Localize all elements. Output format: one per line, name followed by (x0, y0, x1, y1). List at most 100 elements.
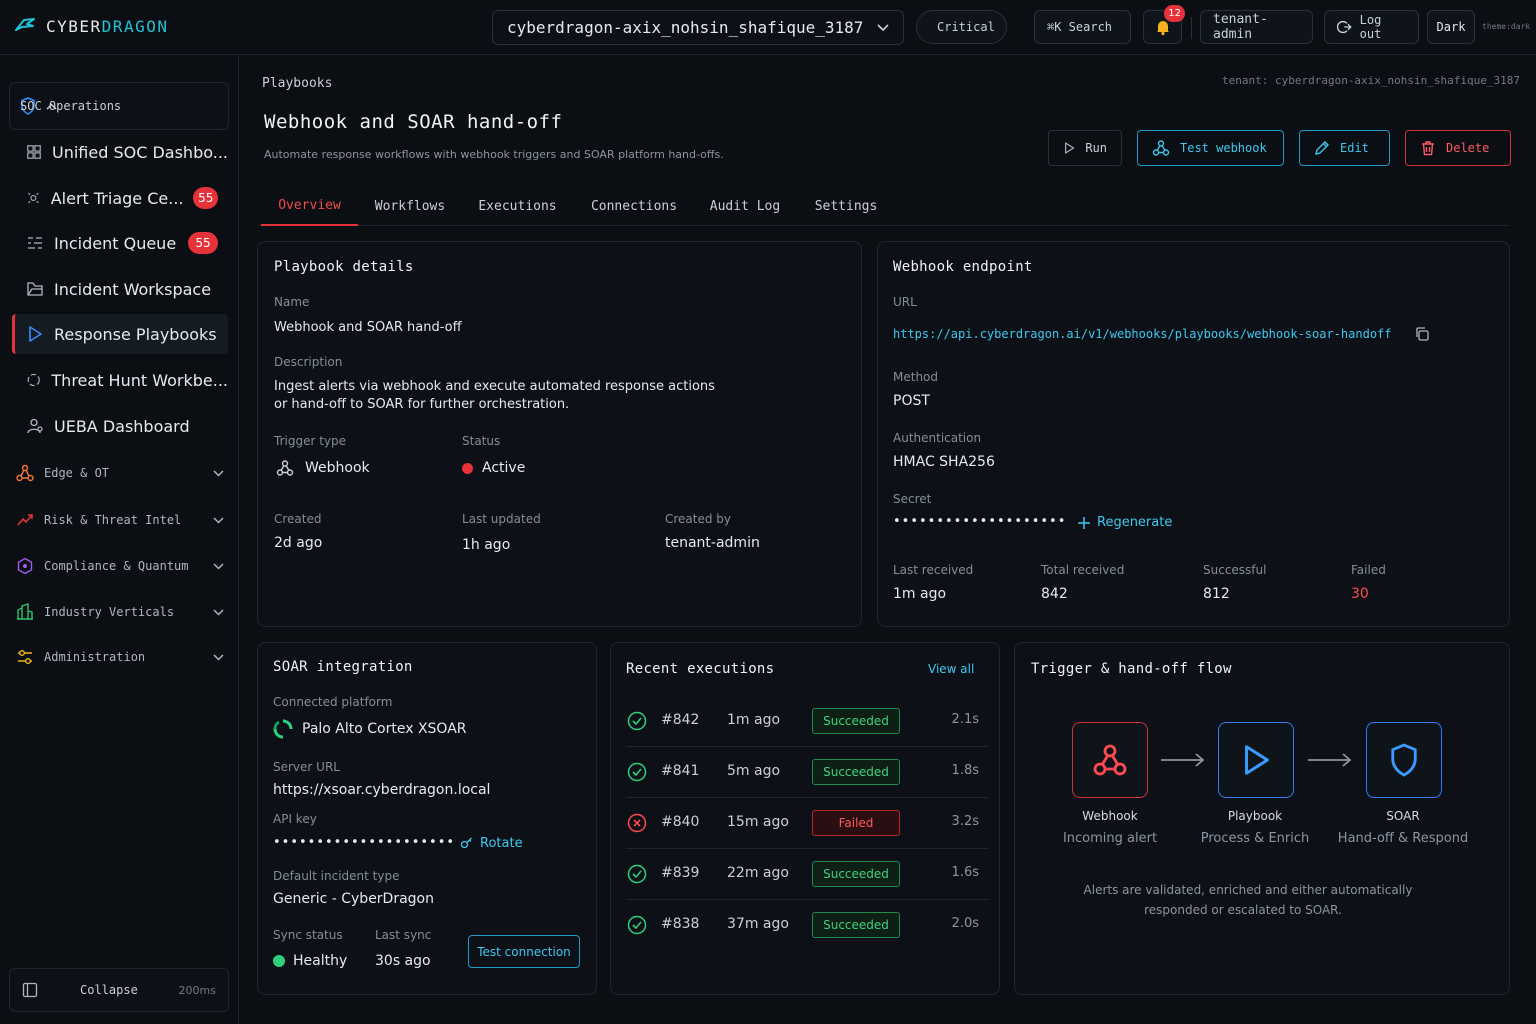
regenerate-button[interactable]: Regenerate (1077, 515, 1172, 530)
soc-operations-header[interactable]: SOC Operations (9, 82, 229, 130)
flow-step-name: Playbook (1227, 809, 1283, 823)
tab-executions[interactable]: Executions (471, 186, 564, 226)
brand-name: CYBERDRAGON (46, 16, 169, 36)
card-title: Recent executions (626, 661, 775, 677)
regenerate-label: Regenerate (1097, 515, 1173, 530)
created-by-value: tenant-admin (665, 535, 760, 551)
tab-workflows[interactable]: Workflows (366, 186, 454, 226)
chevron-down-icon (213, 653, 224, 661)
notification-count: 12 (1164, 5, 1185, 22)
incident-count-badge: 55 (188, 232, 218, 254)
sidebar-group-edge-ot[interactable]: Edge & OT (16, 458, 224, 488)
run-button[interactable]: Run (1048, 130, 1122, 166)
sidebar-group-risk-threat-intel[interactable]: Risk & Threat Intel (16, 505, 224, 535)
sidebar-item-label: Incident Workspace (54, 279, 212, 299)
sync-status-value: Healthy (293, 953, 348, 969)
method-value: POST (893, 393, 930, 409)
view-all-link[interactable]: View all (928, 662, 974, 676)
url-label: URL (893, 295, 917, 309)
test-connection-button[interactable]: Test connection (468, 935, 580, 968)
crosshair-icon (27, 373, 40, 387)
breadcrumb[interactable]: Playbooks (262, 76, 332, 91)
updated-value: 1h ago (462, 537, 511, 553)
run-label: Run (1085, 141, 1107, 155)
network-icon (16, 464, 34, 482)
xsoar-logo-icon (273, 719, 293, 739)
webhook-icon (1093, 744, 1127, 776)
table-row[interactable] (620, 752, 990, 796)
table-row[interactable] (620, 803, 990, 847)
description-line-2: or hand-off to SOAR for further orchestr… (274, 397, 570, 412)
collapse-time: 200ms (178, 983, 216, 997)
collapse-icon (22, 982, 38, 998)
tab-settings[interactable]: Settings (808, 186, 884, 226)
test-webhook-button[interactable]: Test webhook (1137, 130, 1284, 166)
table-row[interactable] (620, 854, 990, 898)
sidebar-item-unified-soc-dashboard[interactable]: Unified SOC Dashbo... (12, 132, 228, 172)
plus-icon (1078, 516, 1090, 529)
sidebar-item-alert-triage[interactable]: Alert Triage Ce... 55 (12, 178, 228, 218)
arrow-right-icon (1308, 753, 1352, 767)
platform-value: Palo Alto Cortex XSOAR (302, 721, 467, 737)
delete-label: Delete (1446, 141, 1490, 155)
sidebar-item-incident-workspace[interactable]: Incident Workspace (12, 269, 228, 309)
tab-connections[interactable]: Connections (585, 186, 683, 226)
alert-count-badge: 55 (193, 187, 218, 209)
page-title: Webhook and SOAR hand-off (264, 111, 563, 133)
rotate-button[interactable]: Rotate (460, 836, 523, 851)
webhook-url[interactable]: https://api.cyberdragon.ai/v1/webhooks/p… (893, 327, 1392, 341)
rotate-key-icon (460, 837, 472, 849)
delete-button[interactable]: Delete (1405, 130, 1511, 166)
test-webhook-label: Test webhook (1180, 141, 1267, 155)
tab-overview[interactable]: Overview (261, 186, 358, 226)
notifications-button[interactable]: 12 (1143, 5, 1185, 44)
api-key-label: API key (273, 812, 317, 826)
chevron-down-icon (213, 562, 224, 570)
user-button[interactable]: tenant-admin (1200, 10, 1313, 44)
top-bar: CYBERDRAGON cyberdragon-axix_nohsin_shaf… (0, 0, 1536, 55)
search-button[interactable]: ⌘K Search (1034, 10, 1131, 44)
successful-label: Successful (1203, 563, 1267, 577)
sidebar-item-incident-queue[interactable]: Incident Queue 55 (12, 223, 228, 263)
webhook-icon (276, 459, 294, 477)
grid-icon (27, 145, 41, 159)
edit-button[interactable]: Edit (1299, 130, 1390, 166)
logout-button[interactable]: Log out (1324, 10, 1419, 44)
sidebar-group-label: Compliance & Quantum (44, 559, 189, 573)
sidebar-item-threat-hunt[interactable]: Threat Hunt Workbe... (12, 360, 228, 400)
rotate-label: Rotate (480, 836, 523, 851)
server-url-label: Server URL (273, 760, 340, 774)
secret-label: Secret (893, 492, 932, 506)
logout-icon (1337, 20, 1352, 34)
last-received-label: Last received (893, 563, 974, 577)
shield-icon (1391, 743, 1417, 777)
sidebar-group-administration[interactable]: Administration (16, 642, 224, 672)
collapse-sidebar-button[interactable]: Collapse 200ms (9, 968, 229, 1012)
chevron-down-icon (877, 23, 889, 31)
sidebar-item-ueba-dashboard[interactable]: UEBA Dashboard (12, 406, 228, 446)
collapse-label: Collapse (80, 983, 138, 997)
sidebar-item-response-playbooks[interactable]: Response Playbooks (12, 314, 228, 354)
sidebar-group-compliance-quantum[interactable]: Compliance & Quantum (16, 551, 224, 581)
platform-label: Connected platform (273, 695, 393, 709)
sidebar-group-label: Administration (44, 650, 146, 664)
table-row[interactable] (620, 905, 990, 949)
row-divider (626, 899, 988, 900)
tenant-select[interactable]: cyberdragon-axix_nohsin_shafique_3187 (492, 10, 904, 45)
sidebar-group-industry-verticals[interactable]: Industry Verticals (16, 597, 224, 627)
severity-label: Critical (937, 20, 995, 34)
hexagon-icon (17, 557, 33, 575)
chevron-down-icon (213, 608, 224, 616)
tab-bar: Overview Workflows Executions Connection… (258, 186, 1510, 226)
updated-label: Last updated (462, 512, 541, 526)
sidebar-group-label: Edge & OT (44, 466, 110, 480)
brand-logo[interactable]: CYBERDRAGON (14, 16, 168, 36)
tab-audit-log[interactable]: Audit Log (705, 186, 785, 226)
theme-toggle[interactable]: Dark (1427, 10, 1475, 44)
description-label: Description (274, 355, 343, 369)
table-row[interactable] (620, 701, 990, 745)
severity-pill[interactable]: Critical (916, 10, 1007, 44)
card-title: Trigger & hand-off flow (1031, 661, 1232, 677)
method-label: Method (893, 370, 939, 384)
copy-icon[interactable] (1414, 326, 1430, 342)
